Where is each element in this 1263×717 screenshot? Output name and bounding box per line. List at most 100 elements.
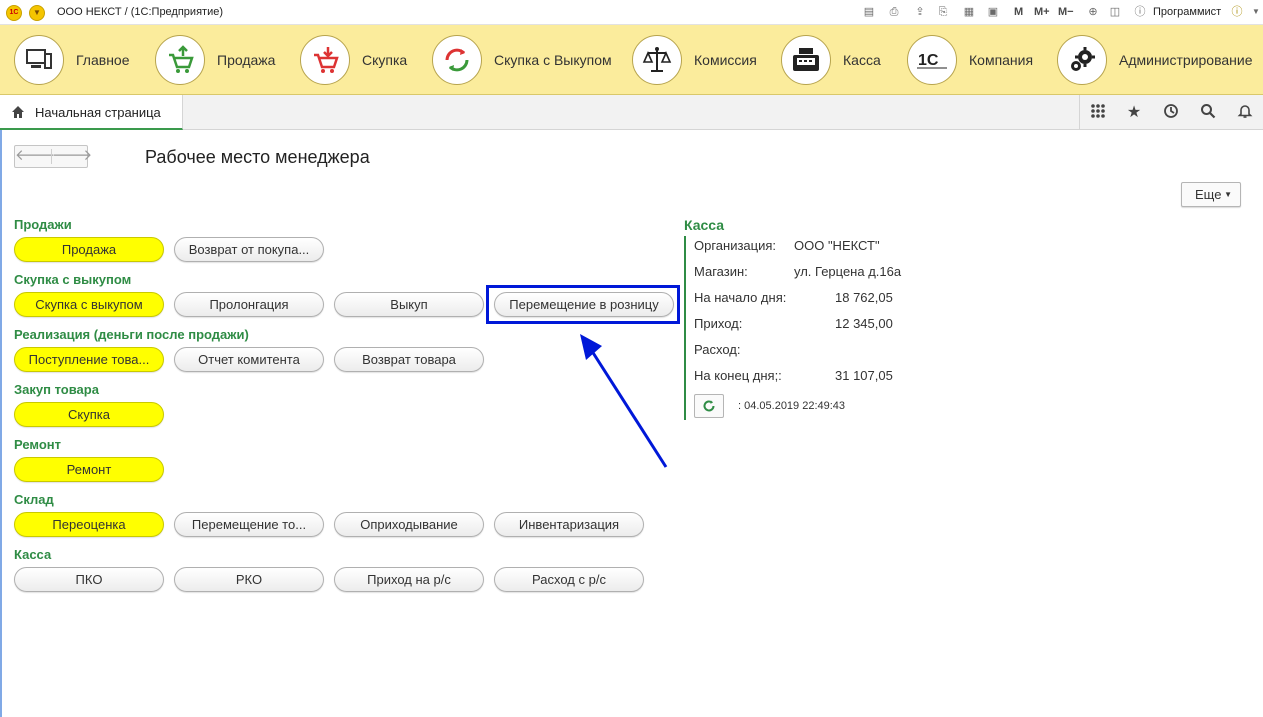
search-icon[interactable] (1198, 103, 1218, 123)
refresh-icon (703, 400, 715, 412)
print-preview-icon[interactable]: ⎘ (935, 4, 951, 20)
shop-value: ул. Герцена д.16а (794, 264, 902, 279)
section-label: Комиссия (694, 52, 757, 68)
org-value: ООО "НЕКСТ" (794, 238, 880, 253)
refresh-button[interactable] (694, 394, 724, 418)
goods-transfer-button[interactable]: Перемещение то... (174, 512, 324, 537)
rko-button[interactable]: РКО (174, 567, 324, 592)
gears-icon (1057, 35, 1107, 85)
window-title: ООО НЕКСТ / (1С:Предприятие) (57, 6, 223, 18)
section-commission[interactable]: Комиссия (632, 35, 757, 85)
print-icon[interactable]: ⎙ (886, 4, 902, 20)
help-icon[interactable]: ⓘ (1229, 4, 1245, 20)
more-button-label: Еще (1195, 187, 1222, 202)
group-title-cash: Касса (14, 547, 52, 562)
end-of-day-label: На конец дня;: (694, 368, 782, 383)
tab-bar: Начальная страница ★ (0, 95, 1263, 130)
repair-button[interactable]: Ремонт (14, 457, 164, 482)
page-title: Рабочее место менеджера (145, 147, 370, 167)
section-label: Скупка с Выкупом (494, 52, 612, 68)
svg-text:1C: 1C (918, 52, 939, 69)
revaluation-button[interactable]: Переоценка (14, 512, 164, 537)
forward-arrow-icon[interactable]: 🡒 (52, 146, 92, 167)
calculator-icon[interactable]: ▦ (961, 4, 977, 20)
cart-down-icon (300, 35, 350, 85)
posting-button[interactable]: Оприходывание (334, 512, 484, 537)
window-edge (0, 130, 2, 717)
save-icon[interactable]: ▤ (861, 4, 877, 20)
end-of-day-value: 31 107,05 (835, 368, 893, 383)
main-menu-icon[interactable]: ▼ (29, 5, 45, 21)
user-name[interactable]: Программист (1153, 6, 1221, 18)
section-administration[interactable]: Администрирование (1057, 35, 1253, 85)
memory-store-button[interactable]: M (1014, 6, 1023, 18)
section-main[interactable]: Главное (14, 35, 130, 85)
cart-up-icon (155, 35, 205, 85)
memory-add-button[interactable]: M+ (1034, 6, 1050, 18)
chevron-down-icon[interactable]: ▼ (1248, 4, 1263, 20)
section-label: Продажа (217, 52, 276, 68)
grid-menu-icon[interactable] (1088, 103, 1108, 123)
group-title-consignment: Реализация (деньги после продажи) (14, 327, 249, 342)
history-nav: 🡐 🡒 (14, 145, 92, 168)
consignor-report-button[interactable]: Отчет комитента (174, 347, 324, 372)
history-icon[interactable] (1161, 103, 1181, 123)
section-buyup[interactable]: Скупка (300, 35, 407, 85)
export-icon[interactable]: ⇪ (912, 4, 928, 20)
buyup-redeem-button[interactable]: Скупка с выкупом (14, 292, 164, 317)
section-cash[interactable]: Касса (781, 35, 881, 85)
group-title-warehouse: Склад (14, 492, 54, 507)
group-title-purchase: Закуп товара (14, 382, 99, 397)
window-layout-icon[interactable]: ◫ (1107, 4, 1123, 20)
sections-panel: Главное Продажа Скупка Скупка с Выкупом … (0, 25, 1263, 95)
section-label: Касса (843, 52, 881, 68)
buyup-button[interactable]: Скупка (14, 402, 164, 427)
bank-expense-button[interactable]: Расход с р/с (494, 567, 644, 592)
income-label: Приход: (694, 316, 743, 331)
section-buyup-redeem[interactable]: Скупка с Выкупом (432, 35, 612, 85)
section-label: Администрирование (1119, 52, 1253, 68)
group-title-sales: Продажи (14, 217, 72, 232)
cycle-arrows-icon (432, 35, 482, 85)
info-icon[interactable]: ⓘ (1132, 4, 1148, 20)
pko-button[interactable]: ПКО (14, 567, 164, 592)
bell-icon[interactable] (1235, 103, 1255, 123)
back-arrow-icon[interactable]: 🡐 (15, 146, 55, 167)
app-logo-icon[interactable]: 1С (6, 5, 22, 21)
section-sale[interactable]: Продажа (155, 35, 275, 85)
tab-tools: ★ (1079, 95, 1263, 130)
bank-income-button[interactable]: Приход на р/с (334, 567, 484, 592)
section-label: Главное (76, 52, 130, 68)
org-label: Организация: (694, 238, 777, 253)
annotation-arrow (580, 334, 668, 468)
shop-label: Магазин: (694, 264, 748, 279)
sale-button[interactable]: Продажа (14, 237, 164, 262)
goods-receipt-button[interactable]: Поступление това... (14, 347, 164, 372)
tab-home[interactable]: Начальная страница (0, 95, 183, 130)
highlight-annotation-box (486, 285, 680, 324)
1c-logo-icon: 1C (907, 35, 957, 85)
expense-label: Расход: (694, 342, 741, 357)
income-value: 12 345,00 (835, 316, 893, 331)
calendar-icon[interactable]: ▣ (985, 4, 1001, 20)
prolongation-button[interactable]: Пролонгация (174, 292, 324, 317)
start-of-day-label: На начало дня: (694, 290, 787, 305)
tab-home-label: Начальная страница (35, 105, 161, 120)
inventory-button[interactable]: Инвентаризация (494, 512, 644, 537)
last-update-stamp: : 04.05.2019 22:49:43 (738, 400, 846, 412)
cash-panel-divider (684, 236, 686, 420)
redeem-button[interactable]: Выкуп (334, 292, 484, 317)
more-button[interactable]: Еще ▼ (1181, 182, 1241, 207)
zoom-icon[interactable]: ⊕ (1085, 4, 1101, 20)
customer-return-button[interactable]: Возврат от покупа... (174, 237, 324, 262)
section-company[interactable]: 1C Компания (907, 35, 1033, 85)
home-icon (12, 106, 24, 118)
section-label: Компания (969, 52, 1034, 68)
memory-subtract-button[interactable]: M− (1058, 6, 1074, 18)
goods-return-button[interactable]: Возврат товара (334, 347, 484, 372)
title-bar: 1С ▼ ООО НЕКСТ / (1С:Предприятие) ▤ ⎙ ⇪ … (0, 0, 1263, 25)
star-icon[interactable]: ★ (1124, 103, 1144, 123)
group-title-buyup-redeem: Скупка с выкупом (14, 272, 132, 287)
chevron-down-icon: ▼ (1224, 190, 1232, 199)
start-of-day-value: 18 762,05 (835, 290, 893, 305)
